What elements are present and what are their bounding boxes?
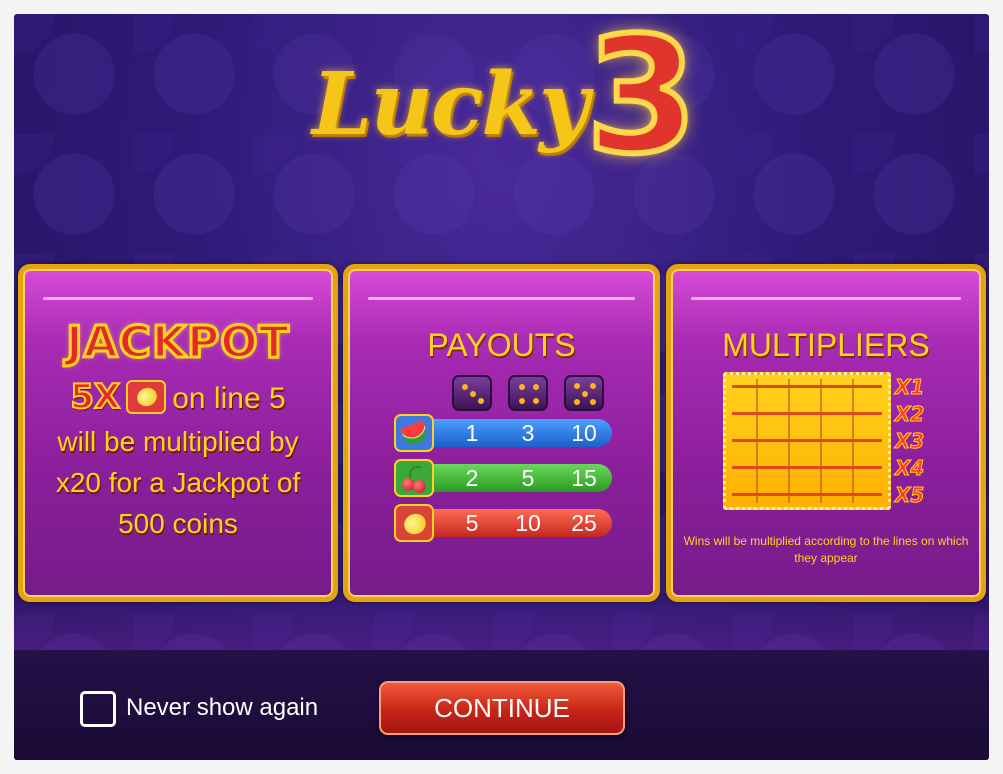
jackpot-description: will be multiplied by x20 for a Jackpot …: [55, 426, 301, 539]
cherry-icon: [394, 459, 434, 497]
payouts-panel: PAYOUTS 1 3 10 2 5 15 5 10 25: [343, 264, 660, 602]
never-show-again-label[interactable]: Never show again: [126, 694, 318, 722]
payout-row-watermelon: 1 3 10: [394, 414, 612, 452]
lemon-icon: [394, 504, 434, 542]
multipliers-caption: Wins will be multiplied according to the…: [683, 534, 969, 565]
payout-value: 5: [465, 510, 479, 536]
multiplier-label: X1: [895, 375, 925, 400]
logo-word: Lucky: [312, 54, 589, 155]
payout-value: 5: [521, 465, 535, 491]
payout-value: 1: [465, 420, 479, 446]
payout-value: 15: [571, 465, 597, 491]
game-logo: Lucky 3: [304, 14, 704, 204]
logo-number: 3: [583, 14, 700, 189]
watermelon-icon: [394, 414, 434, 452]
payout-value: 10: [515, 510, 541, 536]
dice-five-icon: [564, 375, 604, 411]
jackpot-panel: JACKPOT 5X on line 5 will be multiplied b…: [18, 264, 338, 602]
payout-row-lemon: 5 10 25: [394, 504, 612, 542]
dice-four-icon: [508, 375, 548, 411]
jackpot-condition: 5X on line 5: [23, 376, 333, 418]
payout-row-cherry: 2 5 15: [394, 459, 612, 497]
lemon-icon: [126, 380, 167, 414]
multiplier-label: X5: [895, 483, 925, 508]
multiplier-label: X3: [895, 429, 925, 454]
multipliers-panel: MULTIPLIERS X1 X2 X3 X4 X5 Wins will be …: [666, 264, 986, 602]
payout-value: 25: [571, 510, 597, 536]
dice-header: [452, 375, 622, 415]
payout-value: 10: [571, 420, 597, 446]
continue-button[interactable]: CONTINUE: [379, 681, 625, 735]
multiplier-label: X2: [895, 402, 925, 427]
payouts-title: PAYOUTS: [427, 327, 576, 363]
jackpot-title: JACKPOT: [65, 316, 290, 370]
multiplier-label: X4: [895, 456, 925, 481]
multipliers-title: MULTIPLIERS: [722, 327, 930, 363]
jackpot-line-text: on line 5: [172, 382, 286, 415]
reel-grid-icon: [723, 372, 891, 510]
payout-value: 3: [521, 420, 535, 446]
dice-three-icon: [452, 375, 492, 411]
jackpot-multiplier: 5X: [69, 376, 121, 418]
multiplier-labels: X1 X2 X3 X4 X5: [895, 375, 931, 510]
payout-value: 2: [465, 465, 479, 491]
game-intro-screen: Lucky 3 JACKPOT 5X on line 5 will be mult…: [14, 14, 989, 760]
never-show-again-checkbox[interactable]: [80, 691, 116, 727]
